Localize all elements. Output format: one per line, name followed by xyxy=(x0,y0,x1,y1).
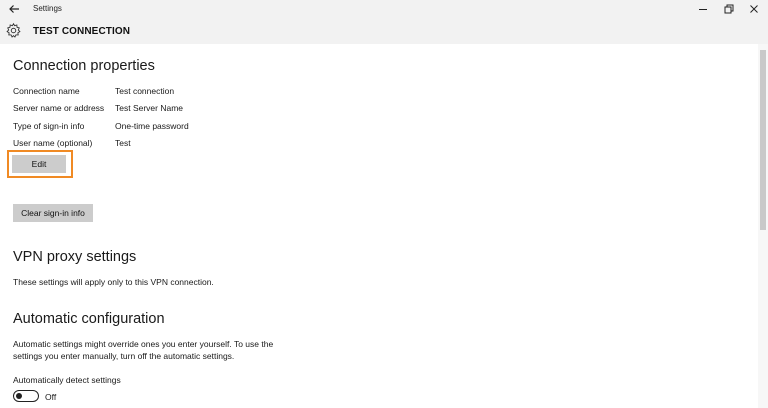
app-title: Settings xyxy=(33,4,62,13)
gear-icon xyxy=(6,22,21,38)
auto-detect-toggle[interactable] xyxy=(13,390,39,402)
property-label: User name (optional) xyxy=(13,138,93,148)
clear-sign-in-info-button[interactable]: Clear sign-in info xyxy=(13,204,93,222)
vpn-proxy-description: These settings will apply only to this V… xyxy=(13,277,214,287)
page-title: TEST CONNECTION xyxy=(33,26,131,37)
property-value: Test xyxy=(115,138,131,148)
auto-config-heading: Automatic configuration xyxy=(13,311,165,327)
page-header: TEST CONNECTION xyxy=(0,18,768,44)
back-arrow-icon[interactable] xyxy=(7,2,21,16)
property-value: One-time password xyxy=(115,121,189,131)
title-bar: Settings xyxy=(0,0,768,18)
minimize-icon[interactable] xyxy=(696,2,710,16)
close-icon[interactable] xyxy=(747,2,761,16)
toggle-knob xyxy=(16,392,22,399)
auto-detect-label: Automatically detect settings xyxy=(13,375,121,385)
scrollbar-thumb[interactable] xyxy=(760,50,766,230)
auto-config-description: Automatic settings might override ones y… xyxy=(13,339,274,361)
vpn-proxy-heading: VPN proxy settings xyxy=(13,249,137,265)
property-value: Test connection xyxy=(115,86,175,96)
edit-button[interactable]: Edit xyxy=(12,155,66,173)
property-label: Server name or address xyxy=(13,103,105,113)
connection-properties-heading: Connection properties xyxy=(13,58,155,74)
property-label: Type of sign-in info xyxy=(13,121,85,131)
maximize-icon[interactable] xyxy=(722,2,736,16)
toggle-state-label: Off xyxy=(45,392,57,402)
property-label: Connection name xyxy=(13,86,80,96)
property-value: Test Server Name xyxy=(115,103,184,113)
